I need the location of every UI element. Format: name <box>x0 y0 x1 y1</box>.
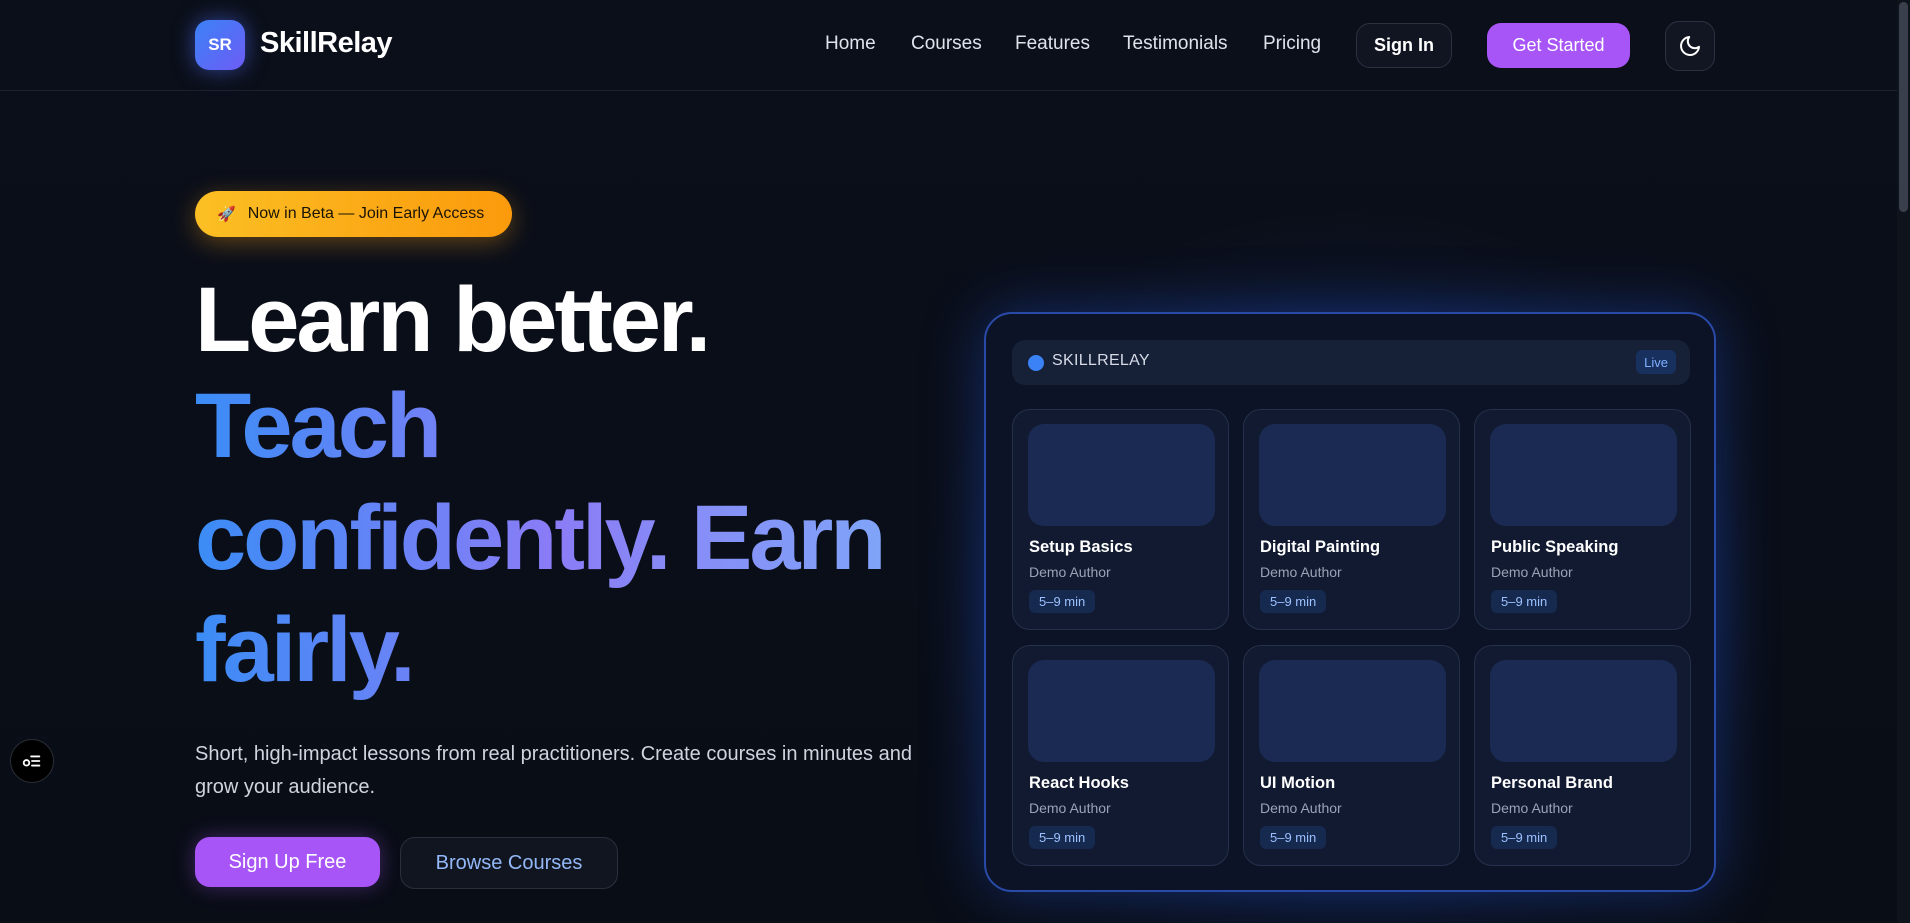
page-scrollbar[interactable] <box>1897 0 1910 923</box>
course-author: Demo Author <box>1260 800 1342 816</box>
moon-icon <box>1680 36 1700 56</box>
course-title: UI Motion <box>1260 774 1336 792</box>
course-author: Demo Author <box>1491 800 1573 816</box>
headline-line-1: Learn better. <box>195 269 711 371</box>
site-header: SR SkillRelay Home Courses Features Test… <box>0 0 1897 91</box>
course-author: Demo Author <box>1491 564 1573 580</box>
course-author: Demo Author <box>1029 800 1111 816</box>
hero-lead-text: Short, high-impact lessons from real pra… <box>195 743 912 798</box>
headline-line-3: confidently. Earn <box>195 482 915 594</box>
nav-testimonials[interactable]: Testimonials <box>1123 33 1228 55</box>
preview-header-bar: SKILLRELAY Live <box>1012 340 1690 385</box>
floating-menu-button[interactable] <box>10 739 54 783</box>
course-card[interactable]: UI Motion Demo Author 5–9 min <box>1243 645 1460 866</box>
course-title: Digital Painting <box>1260 538 1381 556</box>
course-thumbnail <box>1259 660 1446 762</box>
course-thumbnail <box>1490 660 1677 762</box>
course-title: Personal Brand <box>1491 774 1613 792</box>
course-title: Setup Basics <box>1029 538 1133 556</box>
nav-features[interactable]: Features <box>1015 33 1090 55</box>
brand-name[interactable]: SkillRelay <box>260 27 393 60</box>
live-badge: Live <box>1636 350 1676 374</box>
course-card[interactable]: React Hooks Demo Author 5–9 min <box>1012 645 1229 866</box>
get-started-button[interactable]: Get Started <box>1487 23 1630 68</box>
headline-line-4: fairly. <box>195 594 915 706</box>
course-duration-badge: 5–9 min <box>1491 590 1558 613</box>
course-thumbnail <box>1028 424 1215 526</box>
course-duration-badge: 5–9 min <box>1029 590 1096 613</box>
sign-in-button[interactable]: Sign In <box>1356 23 1452 68</box>
course-duration-badge: 5–9 min <box>1260 590 1327 613</box>
course-title: React Hooks <box>1029 774 1129 792</box>
theme-toggle-button[interactable] <box>1665 21 1715 71</box>
course-thumbnail <box>1259 424 1446 526</box>
preview-title: SKILLRELAY <box>1052 352 1150 369</box>
nav-home[interactable]: Home <box>825 33 876 55</box>
course-card[interactable]: Personal Brand Demo Author 5–9 min <box>1474 645 1691 866</box>
course-grid: Setup Basics Demo Author 5–9 min Digital… <box>1012 409 1692 867</box>
course-duration-badge: 5–9 min <box>1260 826 1327 849</box>
course-title: Public Speaking <box>1491 538 1619 556</box>
browse-courses-button[interactable]: Browse Courses <box>400 837 618 889</box>
course-author: Demo Author <box>1029 564 1111 580</box>
course-duration-badge: 5–9 min <box>1491 826 1558 849</box>
nav-courses[interactable]: Courses <box>911 33 982 55</box>
course-card[interactable]: Public Speaking Demo Author 5–9 min <box>1474 409 1691 630</box>
course-author: Demo Author <box>1260 564 1342 580</box>
hero-headline: Learn better. Teach confidently. Earn fa… <box>195 270 915 706</box>
beta-pill-text: Now in Beta — Join Early Access <box>247 205 485 222</box>
course-card[interactable]: Digital Painting Demo Author 5–9 min <box>1243 409 1460 630</box>
beta-announcement-pill[interactable]: 🚀 Now in Beta — Join Early Access <box>195 191 512 237</box>
course-preview-panel: SKILLRELAY Live Setup Basics Demo Author… <box>984 312 1716 892</box>
sign-up-free-button[interactable]: Sign Up Free <box>195 837 380 887</box>
toggle-list-icon <box>22 755 41 767</box>
scrollbar-thumb[interactable] <box>1899 2 1908 212</box>
status-dot <box>1028 355 1044 371</box>
nav-pricing[interactable]: Pricing <box>1263 33 1321 55</box>
course-thumbnail <box>1490 424 1677 526</box>
course-duration-badge: 5–9 min <box>1029 826 1096 849</box>
course-card[interactable]: Setup Basics Demo Author 5–9 min <box>1012 409 1229 630</box>
logo-badge[interactable]: SR <box>195 20 245 70</box>
course-thumbnail <box>1028 660 1215 762</box>
headline-line-2: Teach <box>195 370 915 482</box>
rocket-icon: 🚀 <box>217 206 236 223</box>
